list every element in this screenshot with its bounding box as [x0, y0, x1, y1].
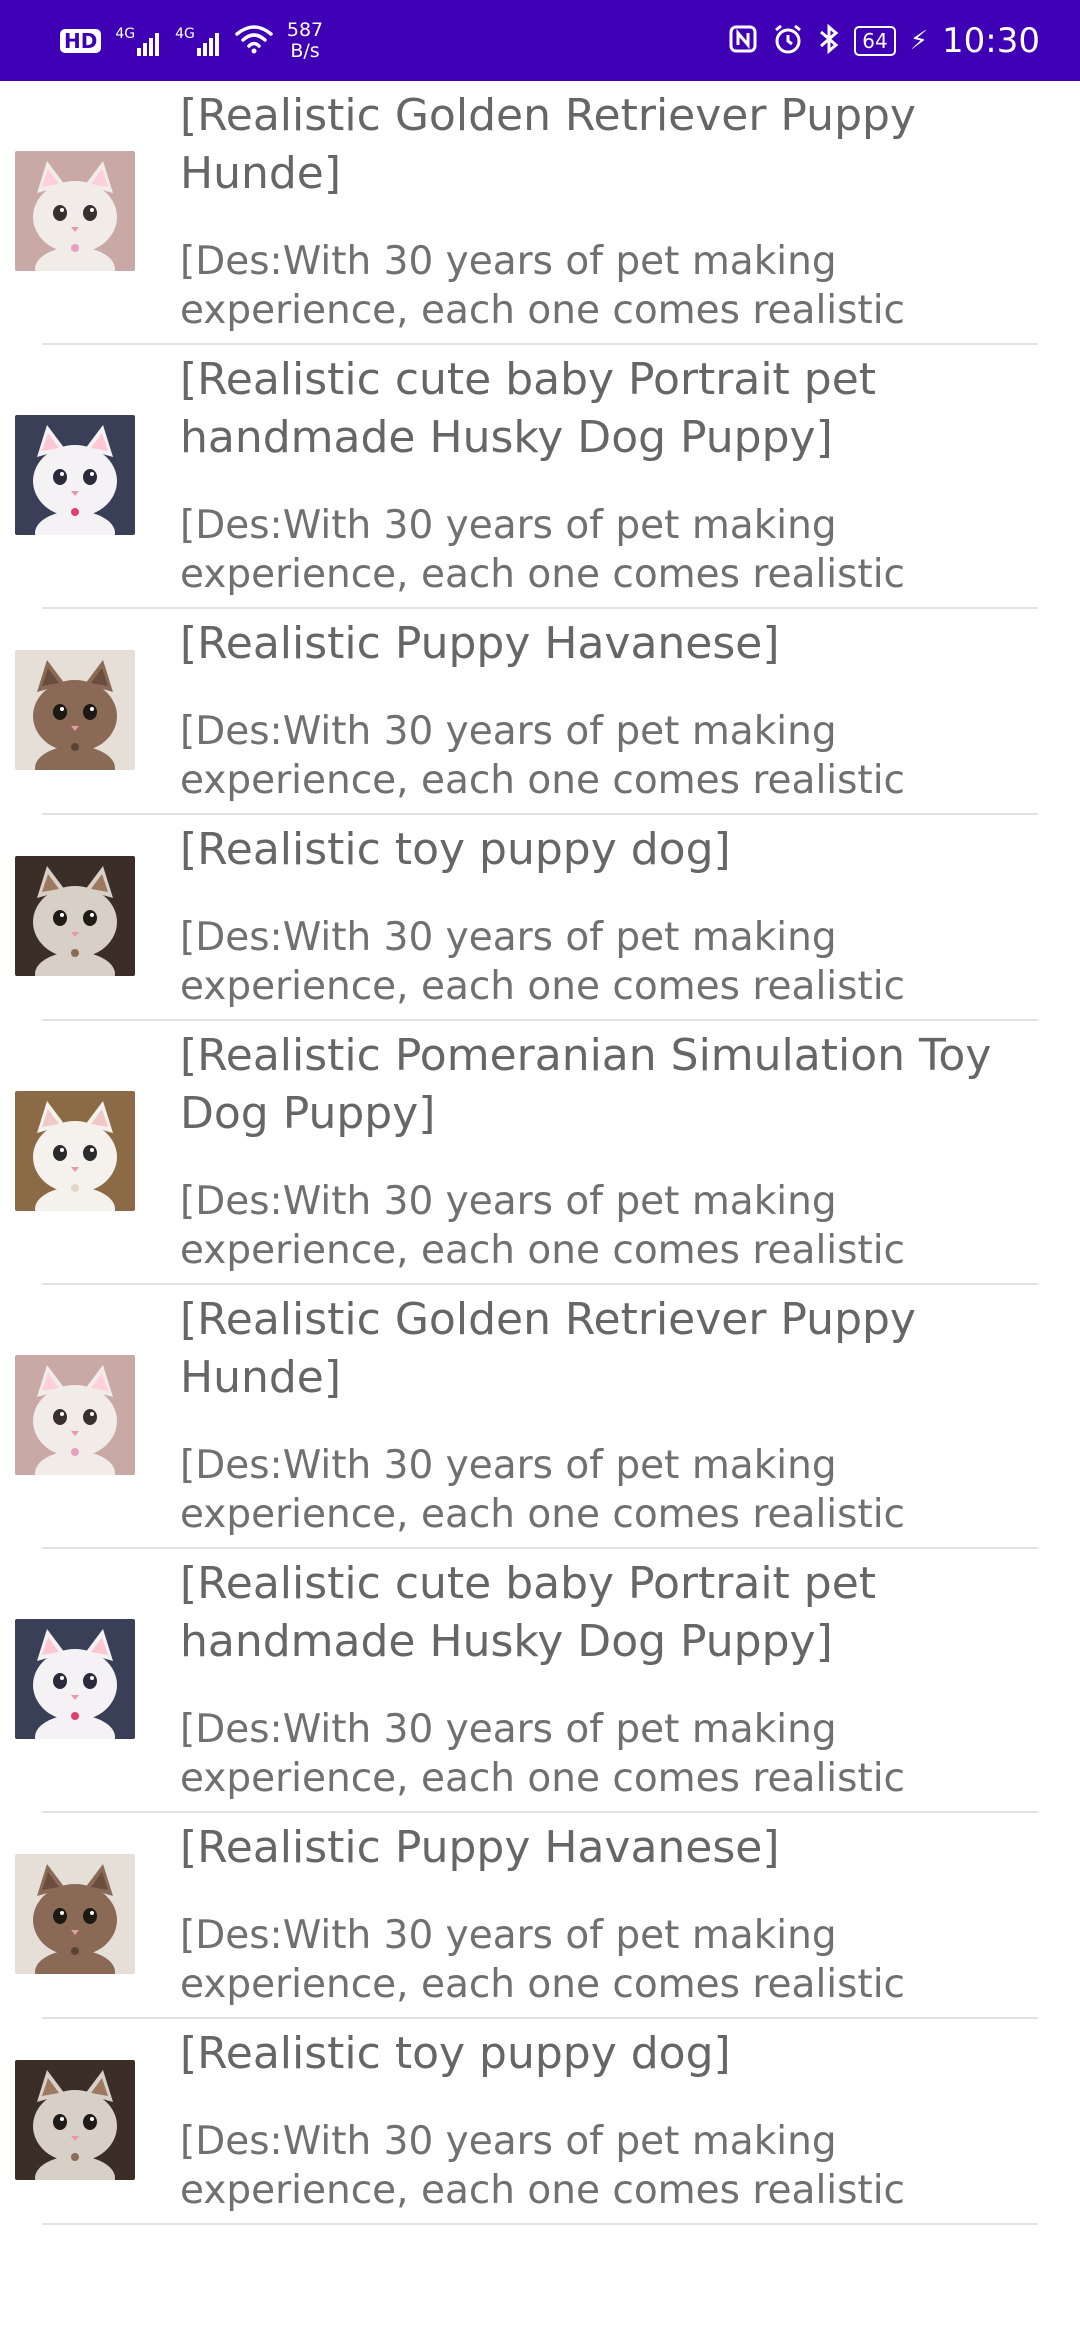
network-speed-value: 587 [286, 18, 324, 41]
battery-icon: 64 [854, 25, 896, 56]
item-title: [Realistic Golden Retriever Puppy Hunde] [180, 90, 916, 199]
list-item-text: [Realistic Puppy Havanese] [Des:With 30 y… [180, 615, 1080, 805]
list-item-text: [Realistic toy puppy dog] [Des:With 30 ye… [180, 821, 1080, 1011]
pet-thumbnail [15, 856, 135, 976]
item-title: [Realistic cute baby Portrait pet handma… [180, 354, 877, 463]
list-item-text: [Realistic Puppy Havanese] [Des:With 30 y… [180, 1819, 1080, 2009]
item-title: [Realistic Puppy Havanese] [180, 1822, 780, 1873]
item-title: [Realistic Puppy Havanese] [180, 618, 780, 669]
item-description: [Des:With 30 years of pet making experie… [180, 1913, 906, 2007]
wifi-icon [235, 24, 273, 58]
list-item-text: [Realistic Golden Retriever Puppy Hunde]… [180, 87, 1080, 335]
sim2-network-label: 4G [175, 25, 195, 42]
list-item-text: [Realistic cute baby Portrait pet handma… [180, 351, 1080, 599]
bluetooth-icon [818, 23, 840, 59]
item-description: [Des:With 30 years of pet making experie… [180, 915, 906, 1009]
pet-list: [Realistic Golden Retriever Puppy Hunde]… [0, 81, 1080, 2225]
list-item[interactable]: [Realistic cute baby Portrait pet handma… [0, 1549, 1080, 1813]
charging-icon: ⚡ [909, 25, 929, 56]
list-item[interactable]: [Realistic Golden Retriever Puppy Hunde]… [0, 1285, 1080, 1549]
signal-icon: 4G [175, 26, 221, 56]
list-item[interactable]: [Realistic Golden Retriever Puppy Hunde]… [0, 81, 1080, 345]
list-item[interactable]: [Realistic toy puppy dog] [Des:With 30 ye… [0, 2019, 1080, 2225]
list-item[interactable]: [Realistic Pomeranian Simulation Toy Dog… [0, 1021, 1080, 1285]
list-item[interactable]: [Realistic cute baby Portrait pet handma… [0, 345, 1080, 609]
clock: 10:30 [942, 20, 1040, 61]
list-item[interactable]: [Realistic Puppy Havanese] [Des:With 30 y… [0, 609, 1080, 815]
hd-icon: HD [60, 28, 102, 53]
pet-thumbnail [15, 151, 135, 271]
sim1-network-label: 4G [115, 25, 136, 42]
item-description: [Des:With 30 years of pet making experie… [180, 1443, 906, 1537]
pet-thumbnail [15, 2060, 135, 2180]
status-bar-right: 64 ⚡ 10:30 [728, 21, 1040, 61]
item-description: [Des:With 30 years of pet making experie… [180, 239, 906, 333]
item-description: [Des:With 30 years of pet making experie… [180, 1179, 906, 1273]
alarm-icon [772, 23, 804, 59]
nfc-icon [728, 24, 758, 58]
list-item-text: [Realistic Pomeranian Simulation Toy Dog… [180, 1027, 1080, 1275]
network-speed-unit: B/s [290, 39, 320, 62]
item-title: [Realistic toy puppy dog] [180, 2028, 731, 2079]
item-title: [Realistic toy puppy dog] [180, 824, 731, 875]
pet-thumbnail [15, 650, 135, 770]
list-item-text: [Realistic toy puppy dog] [Des:With 30 ye… [180, 2025, 1080, 2215]
signal-icon: 4G [115, 26, 161, 56]
item-description: [Des:With 30 years of pet making experie… [180, 709, 906, 803]
list-item-text: [Realistic Golden Retriever Puppy Hunde]… [180, 1291, 1080, 1539]
item-title: [Realistic cute baby Portrait pet handma… [180, 1558, 877, 1667]
network-speed: 587 B/s [286, 18, 324, 62]
item-title: [Realistic Golden Retriever Puppy Hunde] [180, 1294, 916, 1403]
battery-level: 64 [862, 28, 888, 53]
list-item[interactable]: [Realistic toy puppy dog] [Des:With 30 ye… [0, 815, 1080, 1021]
item-description: [Des:With 30 years of pet making experie… [180, 2119, 906, 2213]
pet-thumbnail [15, 1619, 135, 1739]
pet-thumbnail [15, 1091, 135, 1211]
item-description: [Des:With 30 years of pet making experie… [180, 1707, 906, 1801]
pet-thumbnail [15, 1854, 135, 1974]
item-description: [Des:With 30 years of pet making experie… [180, 503, 906, 597]
status-bar-left: HD 4G 4G 587 B/s [60, 18, 337, 62]
pet-thumbnail [15, 415, 135, 535]
status-bar: HD 4G 4G 587 B/s 64 ⚡ 10:30 [0, 0, 1080, 81]
list-item-text: [Realistic cute baby Portrait pet handma… [180, 1555, 1080, 1803]
list-item[interactable]: [Realistic Puppy Havanese] [Des:With 30 y… [0, 1813, 1080, 2019]
pet-thumbnail [15, 1355, 135, 1475]
item-title: [Realistic Pomeranian Simulation Toy Dog… [180, 1030, 992, 1139]
